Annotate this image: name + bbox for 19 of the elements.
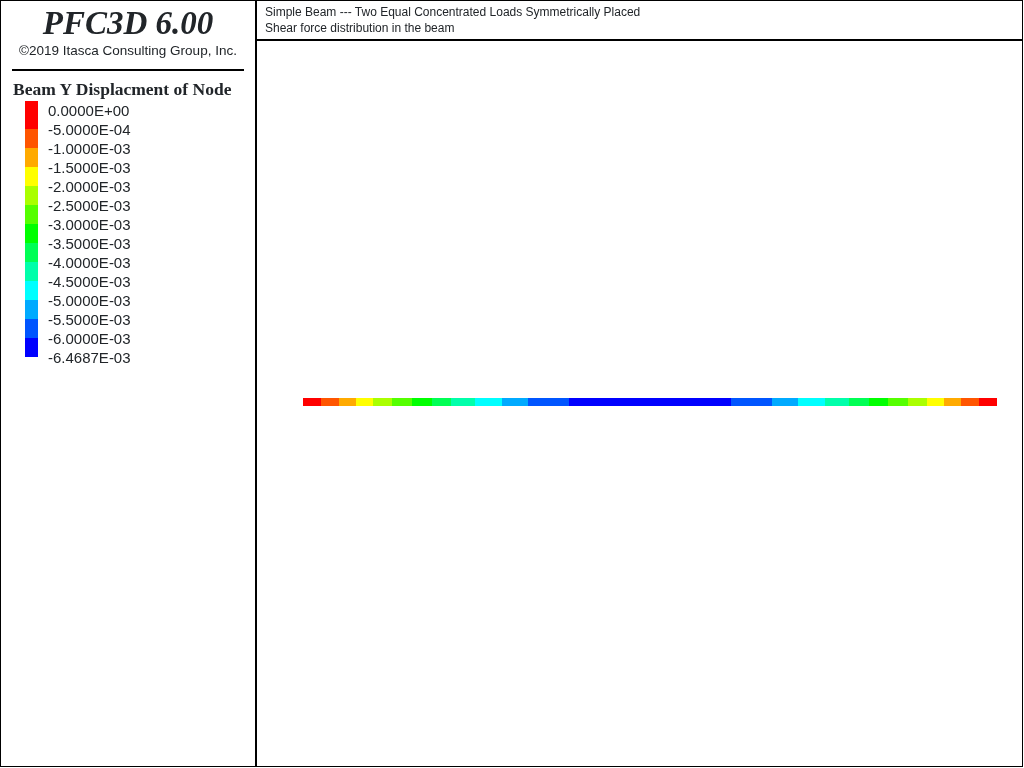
plot-title: Simple Beam --- Two Equal Concentrated Loads Symmetrically Placed [265,4,642,20]
legend-label: -4.5000E-03 [48,272,131,291]
legend-label: -5.0000E-03 [48,291,131,310]
legend-label: -2.0000E-03 [48,177,131,196]
copyright-text: ©2019 Itasca Consulting Group, Inc. [18,43,238,59]
legend-label: -6.4687E-03 [48,348,131,367]
legend-label: -6.0000E-03 [48,329,131,348]
legend-label: -1.0000E-03 [48,139,131,158]
legend-title: Beam Y Displacment of Node [12,79,233,99]
legend-label: -1.5000E-03 [48,158,131,177]
legend-label: 0.0000E+00 [48,101,131,120]
plot-title: Shear force distribution in the beam [265,20,456,36]
app-title: PFC3D 6.00 [41,5,215,41]
legend-label: -3.5000E-03 [48,234,131,253]
legend-label: -4.0000E-03 [48,253,131,272]
legend-label: -2.5000E-03 [48,196,131,215]
legend-label: -5.0000E-04 [48,120,131,139]
legend-label: -3.0000E-03 [48,215,131,234]
legend-label: -5.5000E-03 [48,310,131,329]
